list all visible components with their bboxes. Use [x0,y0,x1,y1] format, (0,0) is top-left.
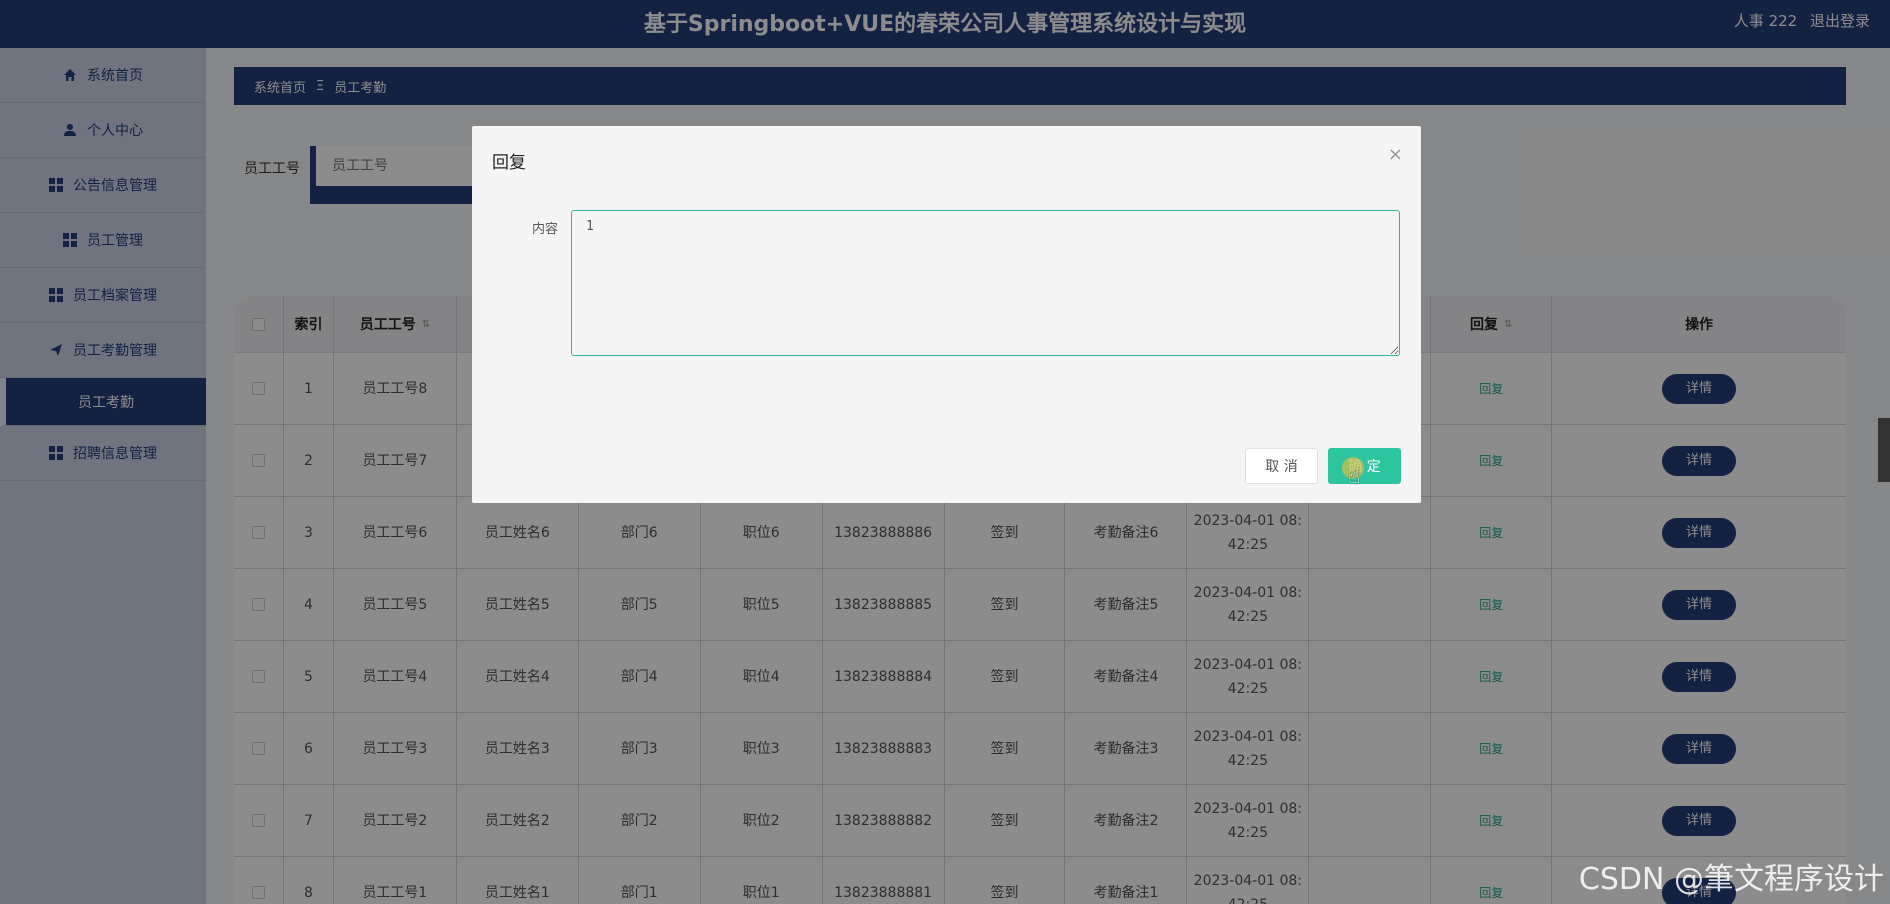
side-toggle-tab[interactable] [1878,418,1890,482]
pointer-hand-icon: ☝ [1348,464,1361,488]
watermark: CSDN @筆文程序设计 [1578,862,1884,897]
content-label: 内容 [532,222,559,237]
content-textarea[interactable] [571,210,1400,356]
reply-dialog: 回复 × 内容 取 消 确 定 ☝ [472,126,1421,503]
close-icon[interactable]: × [1388,144,1403,165]
dialog-title: 回复 [492,153,526,173]
cancel-button[interactable]: 取 消 [1245,448,1318,484]
confirm-button[interactable]: 确 定 [1328,448,1401,484]
